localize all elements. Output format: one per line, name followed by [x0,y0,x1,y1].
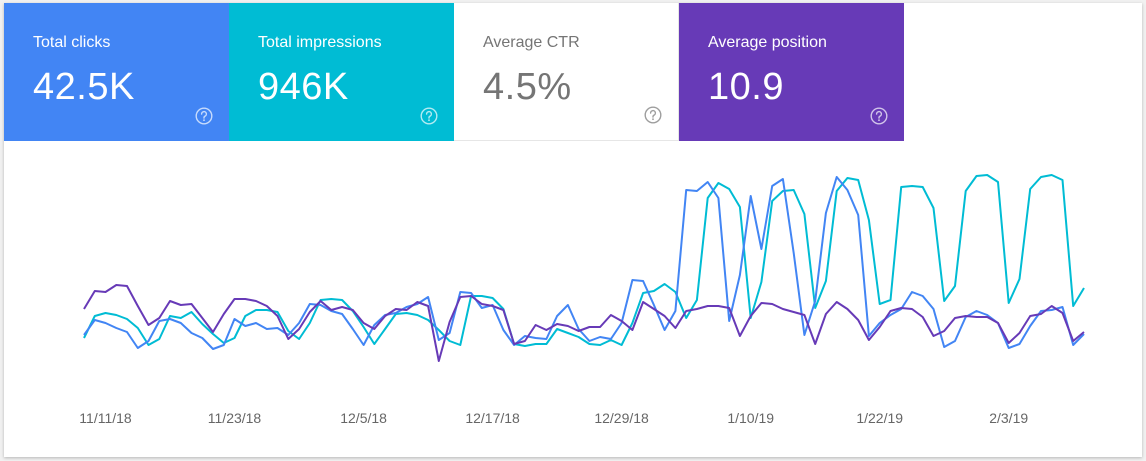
series-line-average-position [83,284,1085,362]
help-circle-icon[interactable] [870,107,888,125]
performance-card: Total clicks 42.5K Total impressions 946… [4,3,1142,457]
help-circle-icon[interactable] [420,107,438,125]
x-tick-label: 11/11/18 [79,410,132,426]
x-tick-label: 1/22/19 [856,410,903,426]
help-circle-icon[interactable] [195,107,213,125]
help-circle-icon[interactable] [644,106,662,124]
x-tick-label: 12/17/18 [465,410,520,426]
x-tick-label: 12/29/18 [594,410,649,426]
metric-label: Average position [708,34,827,51]
x-tick-label: 11/23/18 [208,410,262,426]
metric-value: 4.5% [483,66,572,108]
x-tick-label: 2/3/19 [989,410,1028,426]
metric-value: 42.5K [33,66,135,108]
metric-value: 10.9 [708,66,784,108]
metric-tile-total-clicks[interactable]: Total clicks 42.5K [4,3,229,141]
metric-label: Average CTR [483,34,580,51]
metric-label: Total clicks [33,34,111,51]
series-line-total-clicks [83,176,1085,350]
performance-line-chart: 11/11/18 11/23/18 12/5/18 12/17/18 12/29/18 1… [79,174,1085,426]
x-tick-label: 1/10/19 [727,410,774,426]
x-tick-label: 12/5/18 [340,410,387,426]
chart-series-layer [83,174,1085,362]
metric-tile-average-position[interactable]: Average position 10.9 [679,3,904,141]
metric-tile-total-impressions[interactable]: Total impressions 946K [229,3,454,141]
metric-value: 946K [258,66,349,108]
metric-tiles: Total clicks 42.5K Total impressions 946… [4,3,904,141]
metric-tile-average-ctr[interactable]: Average CTR 4.5% [454,3,679,141]
metric-label: Total impressions [258,34,382,51]
chart-x-axis: 11/11/18 11/23/18 12/5/18 12/17/18 12/29/18 1… [79,410,1028,426]
